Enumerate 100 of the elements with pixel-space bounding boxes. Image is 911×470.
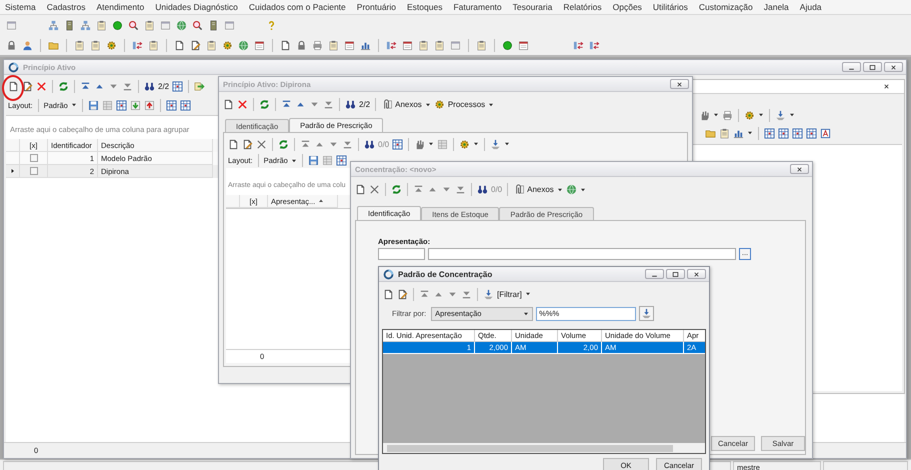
lock-icon[interactable] (6, 40, 17, 50)
grid-icon[interactable] (336, 155, 347, 166)
grid-icon[interactable] (392, 138, 404, 150)
document-icon[interactable] (280, 40, 291, 50)
processes-button[interactable]: Processos (434, 98, 494, 112)
user-icon[interactable] (22, 40, 33, 50)
printer-icon[interactable] (312, 40, 323, 50)
globe-icon[interactable] (238, 40, 249, 50)
clipboard-icon[interactable] (74, 40, 85, 50)
arrow-to-top-icon[interactable] (300, 138, 311, 150)
swap-arrows-icon[interactable] (386, 40, 397, 50)
funnel-dropdown[interactable] (490, 137, 510, 151)
menu-item[interactable]: Ajuda (800, 2, 822, 12)
grid-icon[interactable] (792, 128, 803, 138)
arrow-to-top-icon[interactable] (80, 81, 91, 92)
refresh-icon[interactable] (58, 81, 69, 92)
menu-item[interactable]: Unidades Diagnóstico (155, 2, 238, 12)
grid-icon[interactable] (166, 100, 177, 110)
clipboard-icon[interactable] (90, 40, 101, 50)
swap-arrows-icon[interactable] (573, 40, 584, 50)
clipboard-icon[interactable] (418, 40, 429, 50)
cross-icon[interactable] (369, 184, 380, 195)
swap-arrows-icon[interactable] (589, 40, 600, 50)
code-field[interactable] (378, 248, 425, 260)
calendar-icon[interactable] (518, 40, 529, 50)
arrow-to-top-icon[interactable] (281, 99, 292, 110)
cross-icon[interactable] (237, 99, 248, 110)
tree-icon[interactable] (48, 20, 59, 30)
folder-icon[interactable] (48, 40, 59, 50)
grid-icon[interactable] (116, 100, 127, 110)
gear-icon[interactable] (106, 40, 117, 50)
menu-item[interactable]: Cuidados com o Paciente (248, 2, 346, 12)
menu-item[interactable]: Tesouraria (512, 2, 552, 12)
document-icon[interactable] (228, 138, 239, 150)
calendar-icon[interactable] (402, 40, 413, 50)
book-icon[interactable] (208, 20, 219, 30)
clipboard-icon[interactable] (328, 40, 339, 50)
attachments-button[interactable]: Anexos (381, 98, 431, 112)
menu-item[interactable]: Janela (764, 2, 789, 12)
calendar-icon[interactable] (344, 40, 355, 50)
magnifier-icon[interactable] (128, 20, 139, 30)
pencil-icon[interactable] (242, 138, 253, 150)
attachments-button[interactable]: Anexos (513, 182, 563, 196)
funnel-dropdown[interactable] (775, 108, 795, 122)
grid-icon[interactable] (172, 81, 184, 92)
checkbox[interactable] (30, 154, 38, 162)
grid-icon[interactable] (764, 128, 775, 138)
refresh-icon[interactable] (391, 184, 402, 195)
document-icon[interactable] (8, 81, 19, 92)
close-button[interactable] (687, 269, 706, 279)
clipboard-icon[interactable] (148, 40, 159, 50)
circle-icon[interactable] (502, 40, 513, 50)
window-icon[interactable] (6, 20, 17, 30)
swap-arrows-icon[interactable] (132, 40, 143, 50)
window-icon[interactable] (224, 20, 235, 30)
document-icon[interactable] (223, 99, 234, 110)
clipboard-icon[interactable] (144, 20, 155, 30)
arrow-to-top-icon[interactable] (419, 288, 430, 300)
menu-item[interactable]: Customização (698, 2, 753, 12)
cross-icon[interactable] (36, 81, 47, 92)
filter-dropdown[interactable]: [Filtrar] (483, 287, 531, 301)
globe-dropdown[interactable] (566, 182, 586, 196)
globe-icon[interactable] (176, 20, 187, 30)
refresh-icon[interactable] (278, 138, 289, 150)
circle-icon[interactable] (112, 20, 123, 30)
window-icon[interactable] (450, 40, 461, 50)
window-icon[interactable] (160, 20, 171, 30)
binoculars-icon[interactable] (345, 99, 356, 110)
close-button[interactable] (790, 164, 809, 174)
calendar-icon[interactable] (254, 40, 265, 50)
document-icon[interactable] (174, 40, 185, 50)
menu-item[interactable]: Relatórios (563, 2, 602, 12)
apply-filter-button[interactable] (639, 306, 654, 321)
checkbox[interactable] (30, 167, 38, 175)
menu-item[interactable]: Estoques (407, 2, 442, 12)
clipboard-icon[interactable] (96, 20, 107, 30)
binoculars-icon[interactable] (477, 184, 488, 195)
menu-item[interactable]: Prontuário (356, 2, 396, 12)
close-icon[interactable] (883, 83, 890, 90)
row-selector[interactable] (6, 165, 20, 178)
grid-icon[interactable] (806, 128, 817, 138)
document-icon[interactable] (383, 288, 394, 300)
arrow-up-icon[interactable] (144, 100, 155, 110)
arrow-to-bottom-icon[interactable] (455, 184, 466, 195)
clipboard-icon[interactable] (434, 40, 445, 50)
scrollbar[interactable] (383, 443, 705, 453)
close-button[interactable] (884, 62, 903, 72)
grid-icon[interactable] (778, 128, 789, 138)
pencil-icon[interactable] (190, 40, 201, 50)
letter-icon[interactable] (820, 128, 831, 138)
arrow-to-bottom-icon[interactable] (323, 99, 334, 110)
pencil-icon[interactable] (397, 288, 408, 300)
refresh-icon[interactable] (259, 99, 270, 110)
pencil-icon[interactable] (22, 81, 33, 92)
menu-item[interactable]: Cadastros (46, 2, 86, 12)
maximize-button[interactable] (863, 62, 882, 72)
clipboard-icon[interactable] (719, 128, 730, 138)
maximize-button[interactable] (666, 269, 685, 279)
binoculars-icon[interactable] (364, 138, 375, 150)
lock-icon[interactable] (296, 40, 307, 50)
